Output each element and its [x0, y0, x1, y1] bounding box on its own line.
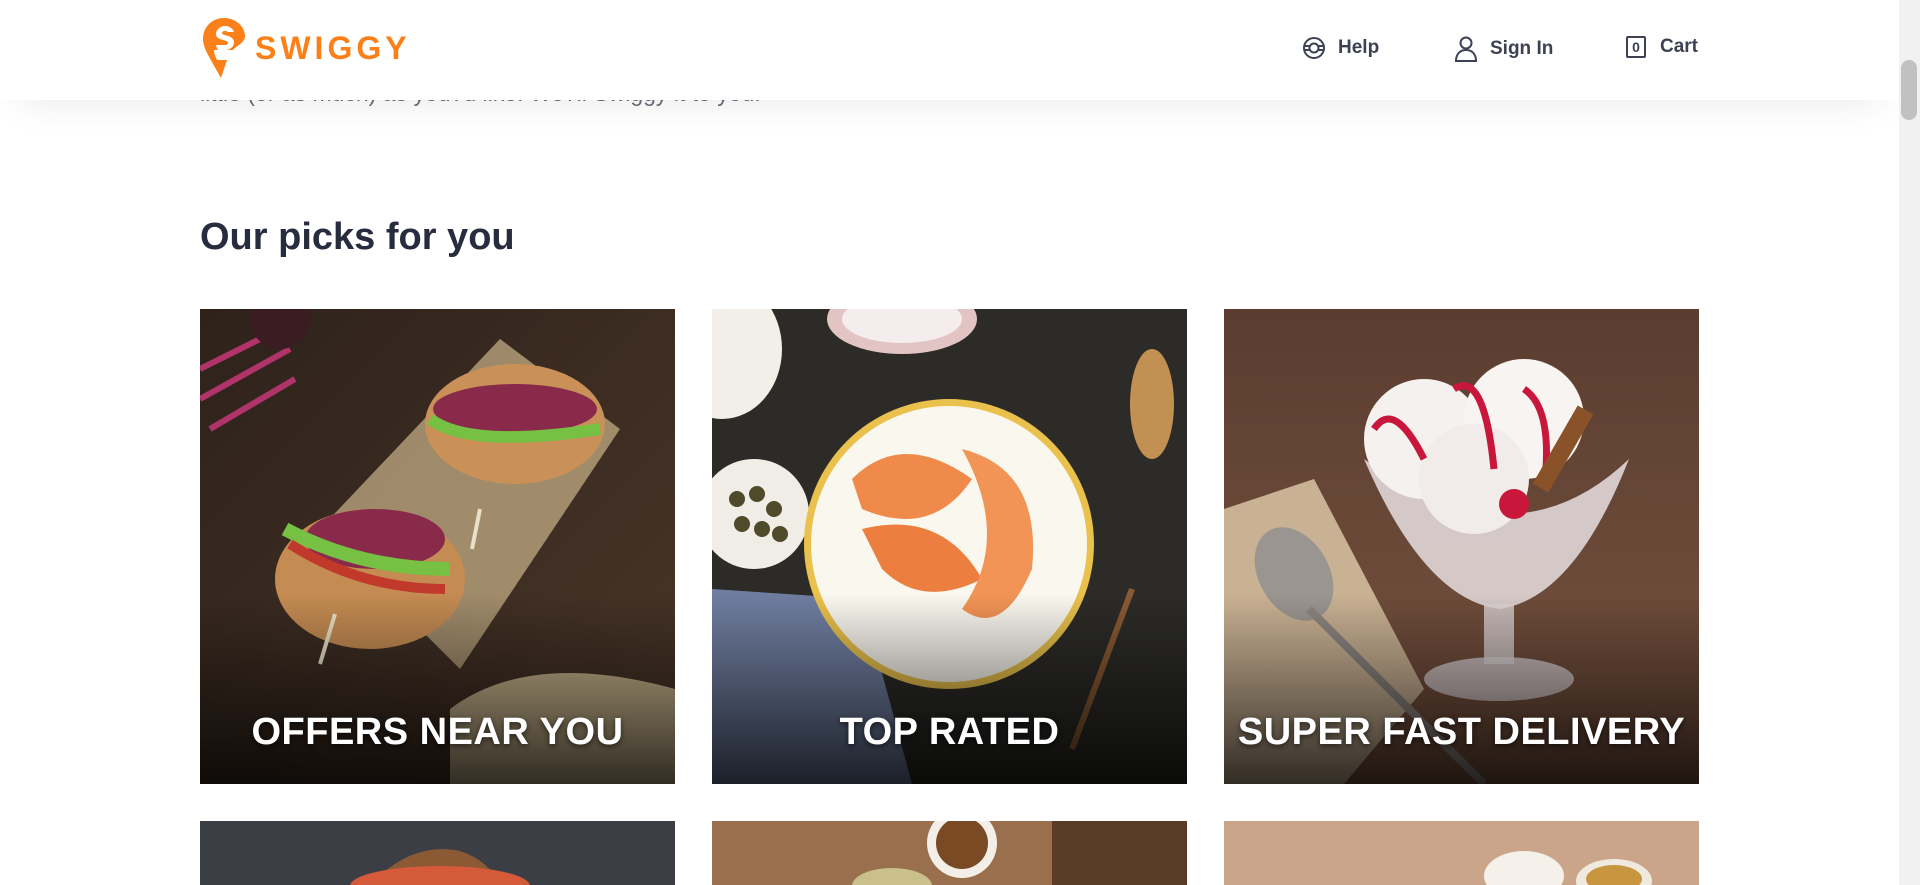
card-offers-near-you[interactable]: OFFERS NEAR YOU	[200, 309, 675, 784]
logo-text: SWIGGY	[255, 29, 411, 66]
nav-help-label: Help	[1338, 37, 1380, 58]
nav-sign-in-label: Sign In	[1490, 38, 1554, 59]
card-partial-1[interactable]	[200, 821, 675, 885]
scrollbar-thumb[interactable]	[1901, 60, 1917, 120]
nav-cart[interactable]: 0 Cart	[1626, 36, 1698, 58]
section-title-our-picks: Our picks for you	[200, 216, 515, 258]
nav-sign-in[interactable]: Sign In	[1454, 36, 1553, 62]
card-top-rated[interactable]: TOP RATED	[712, 309, 1187, 784]
card-partial-3[interactable]	[1224, 821, 1699, 885]
nav-cart-label: Cart	[1660, 36, 1699, 57]
help-lifebuoy-icon	[1303, 37, 1325, 59]
cart-count-badge: 0	[1626, 36, 1646, 58]
page: little (or as much) as you?d like. We?ll…	[0, 0, 1899, 885]
top-header: SWIGGY Help Sign In 0 Cart	[0, 0, 1899, 100]
food-image	[1224, 821, 1699, 885]
card-label: SUPER FAST DELIVERY	[1237, 711, 1686, 753]
card-super-fast-delivery[interactable]: SUPER FAST DELIVERY	[1224, 309, 1699, 784]
user-icon	[1454, 36, 1478, 62]
nav-help[interactable]: Help	[1302, 36, 1379, 60]
card-label: OFFERS NEAR YOU	[251, 711, 624, 753]
swiggy-logo[interactable]: SWIGGY	[203, 18, 411, 78]
food-image	[712, 821, 1187, 885]
card-partial-2[interactable]	[712, 821, 1187, 885]
card-label: TOP RATED	[839, 711, 1060, 753]
page-scrollbar[interactable]	[1899, 0, 1920, 885]
food-image	[200, 821, 675, 885]
swiggy-logo-icon	[203, 18, 245, 78]
